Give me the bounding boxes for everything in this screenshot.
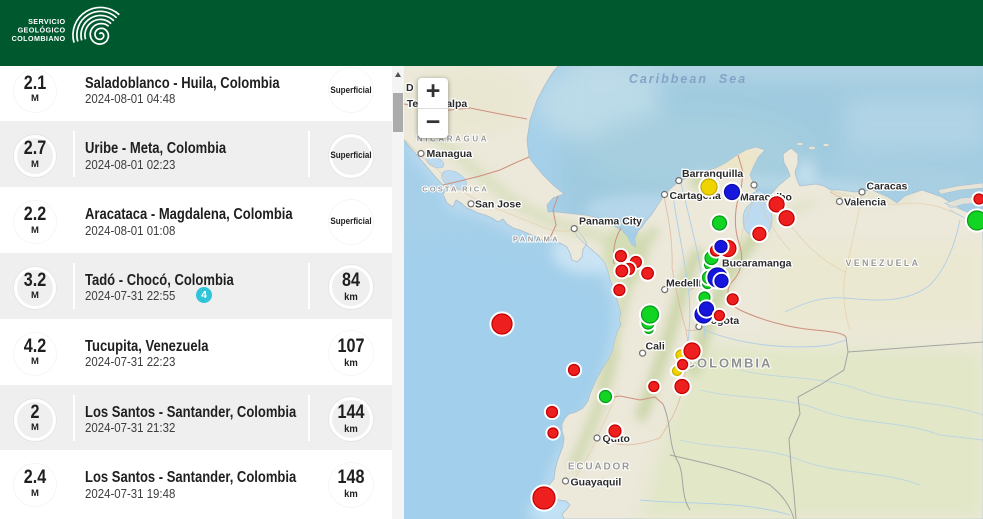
- svg-text:Cali: Cali: [646, 341, 665, 353]
- svg-text:Panama City: Panama City: [579, 216, 642, 228]
- svg-text:VENEZUELA: VENEZUELA: [846, 258, 921, 268]
- svg-text:Caracas: Caracas: [867, 181, 908, 193]
- svg-text:Managua: Managua: [427, 148, 473, 160]
- svg-text:ECUADOR: ECUADOR: [568, 462, 631, 473]
- svg-text:COSTA RICA: COSTA RICA: [422, 185, 488, 194]
- svg-text:Guayaquil: Guayaquil: [571, 477, 622, 489]
- svg-text:D: D: [406, 82, 414, 94]
- svg-text:San Jose: San Jose: [475, 199, 521, 211]
- svg-text:Valencia: Valencia: [844, 197, 886, 209]
- svg-text:Bucaramanga: Bucaramanga: [722, 258, 792, 270]
- svg-text:Caribbean Sea: Caribbean Sea: [629, 72, 747, 86]
- svg-text:COLOMBIANO: COLOMBIANO: [12, 34, 66, 43]
- svg-text:PANAMA: PANAMA: [513, 235, 560, 244]
